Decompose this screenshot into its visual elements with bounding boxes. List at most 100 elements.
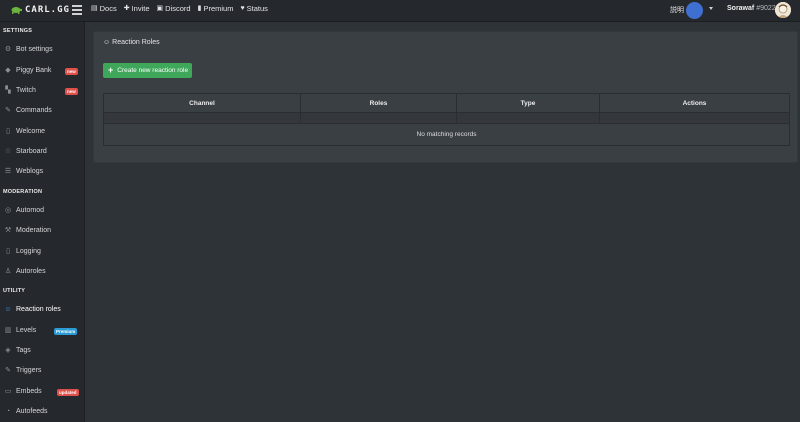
hammer-icon: ⚒ [4,227,12,234]
filter-cell-actions[interactable] [600,113,789,123]
sidebar-item-piggy-bank[interactable]: ◆ Piggy Bank new [0,62,85,80]
server-dropdown-caret-icon[interactable] [709,7,713,10]
column-header-channel[interactable]: Channel [104,94,301,112]
sidebar: SETTINGS ⚙ Bot settings ◆ Piggy Bank new… [0,22,85,422]
sidebar-item-label: Automod [16,207,45,214]
nav-premium[interactable]: ▮ Premium [198,4,234,13]
sidebar-item-starboard[interactable]: ☆ Starboard [0,143,85,161]
sidebar-item-moderation[interactable]: ⚒ Moderation [0,222,85,240]
reaction-roles-panel: ☺ Reaction Roles + Create new reaction r… [93,31,798,163]
sidebar-item-bot-settings[interactable]: ⚙ Bot settings [0,41,85,59]
top-navbar: CARL.GG ▤ Docs ✚ Invite ▣ Discord ▮ Prem… [0,0,800,22]
updated-badge: updated [57,388,79,396]
reaction-roles-table: Channel Roles Type Actions No matching r… [103,93,790,146]
nav-status[interactable]: ♥ Status [240,4,267,13]
sidebar-item-label: Welcome [16,128,46,135]
sidebar-item-reaction-roles[interactable]: ☺ Reaction roles [0,301,85,319]
sidebar-item-embeds[interactable]: ▭ Embeds updated [0,383,85,401]
bar-chart-icon: ▥ [4,327,12,334]
sidebar-item-triggers[interactable]: ✎ Triggers [0,362,85,380]
sidebar-item-label: Weblogs [16,168,44,175]
file-icon: ▯ [6,248,10,255]
door-icon: ▯ [6,128,10,135]
nav-status-label: Status [246,4,268,13]
section-moderation: MODERATION [3,189,43,195]
table-header: Channel Roles Type Actions [103,93,790,113]
plus-icon: ✚ [123,5,130,12]
shield-icon: ◎ [4,207,12,214]
sidebar-item-label: Bot settings [16,46,53,53]
sidebar-item-autoroles[interactable]: ♙ Autoroles [0,263,85,281]
carl-logo[interactable]: CARL.GG [10,5,70,15]
tag-icon: ◈ [5,347,11,354]
server-avatar[interactable] [686,2,703,19]
sidebar-item-label: Twitch [16,87,36,94]
filter-cell-channel[interactable] [104,113,301,123]
nav-invite-label: Invite [131,4,150,13]
create-button-label: Create new reaction role [117,67,189,74]
sidebar-item-label: Piggy Bank [16,67,52,74]
nav-premium-label: Premium [203,4,234,13]
piggy-bank-icon: ◆ [5,67,11,74]
menu-toggle-icon[interactable] [72,5,82,16]
sidebar-item-label: Reaction roles [16,306,61,313]
language-selector[interactable]: 説明 [670,5,684,15]
nav-docs-label: Docs [99,4,117,13]
smile-icon: ☺ [4,306,12,313]
sidebar-item-commands[interactable]: ✎ Commands [0,102,85,120]
user-discriminator: #9022 [756,5,776,12]
user-menu[interactable]: Sorawaf #9022 [727,5,776,12]
new-badge: new [65,67,78,75]
nav-discord[interactable]: ▣ Discord [157,4,191,13]
rss-icon: ◔ [5,408,11,415]
column-header-actions[interactable]: Actions [600,94,789,112]
filter-cell-type[interactable] [457,113,600,123]
sidebar-item-weblogs[interactable]: ☰ Weblogs [0,163,85,181]
section-utility: UTILITY [3,288,26,294]
nav-docs[interactable]: ▤ Docs [91,4,117,13]
sidebar-item-automod[interactable]: ◎ Automod [0,202,85,220]
smile-icon: ☺ [103,39,111,46]
list-icon: ☰ [4,168,12,175]
panel-title-text: Reaction Roles [112,39,160,46]
sidebar-item-label: Commands [16,107,52,114]
plus-icon: + [108,65,114,75]
new-badge: new [65,87,78,95]
panel-title: ☺ Reaction Roles [103,39,160,46]
sidebar-item-welcome[interactable]: ▯ Welcome [0,123,85,141]
sidebar-item-label: Autoroles [16,268,46,275]
column-header-type[interactable]: Type [457,94,600,112]
sidebar-item-label: Autofeeds [16,408,48,415]
table-filter-row [103,113,790,124]
sidebar-item-label: Triggers [16,367,42,374]
sidebar-item-label: Embeds [16,388,42,395]
turtle-logo-icon [11,7,22,14]
logo-text: CARL.GG [25,5,70,15]
pencil-icon: ✎ [5,107,11,114]
top-nav-links: ▤ Docs ✚ Invite ▣ Discord ▮ Premium ♥ St… [91,4,275,13]
twitch-icon: ▚ [5,87,11,94]
sidebar-item-tags[interactable]: ◈ Tags [0,342,85,360]
nav-invite[interactable]: ✚ Invite [124,4,150,13]
sidebar-item-autofeeds[interactable]: ◔ Autofeeds [0,403,85,421]
star-icon: ☆ [4,148,12,155]
book-icon: ▤ [91,5,98,12]
username: Sorawaf [727,5,755,12]
user-avatar[interactable] [775,2,791,18]
users-icon: ♙ [4,268,12,275]
heart-icon: ♥ [240,5,245,12]
gear-icon: ⚙ [4,46,12,53]
filter-cell-roles[interactable] [301,113,457,123]
sidebar-item-levels[interactable]: ▥ Levels Premium [0,322,85,340]
code-icon: ▭ [4,388,12,395]
sidebar-item-label: Levels [16,327,37,334]
sidebar-item-twitch[interactable]: ▚ Twitch new [0,82,85,100]
column-header-roles[interactable]: Roles [301,94,457,112]
sidebar-item-logging[interactable]: ▯ Logging [0,243,85,261]
empty-table-message: No matching records [103,124,790,146]
sidebar-item-label: Moderation [16,227,52,234]
sidebar-item-label: Starboard [16,148,47,155]
create-reaction-role-button[interactable]: + Create new reaction role [103,63,192,78]
nav-discord-label: Discord [165,4,191,13]
premium-badge: Premium [54,327,78,335]
